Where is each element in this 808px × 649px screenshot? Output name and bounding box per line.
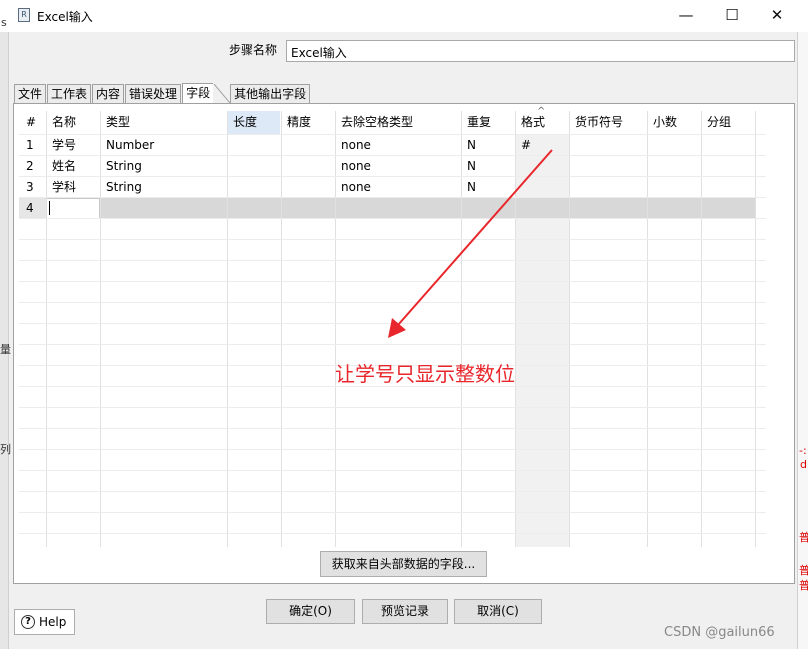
background-text: 量 xyxy=(0,343,11,356)
row-divider xyxy=(19,407,766,408)
background-text: 普 xyxy=(799,564,808,577)
tab-bar: 文件 工作表 内容 错误处理 字段 其他输出字段 xyxy=(14,83,311,104)
minimize-button[interactable]: — xyxy=(663,0,709,30)
column-header-length[interactable]: 长度 xyxy=(227,111,281,134)
help-label: Help xyxy=(39,615,67,629)
column-header-decimal[interactable]: 小数 xyxy=(647,111,701,134)
help-icon: ? xyxy=(21,615,35,629)
text-cursor xyxy=(49,201,50,215)
background-text: 普 xyxy=(799,579,808,592)
window-title: Excel输入 xyxy=(37,10,93,24)
column-header-currency[interactable]: 货币符号 xyxy=(569,111,647,134)
app-icon: R xyxy=(18,8,30,22)
step-name-label: 步骤名称 xyxy=(229,43,278,57)
column-header-name[interactable]: 名称 xyxy=(46,111,100,134)
tab-slant xyxy=(214,84,231,103)
cell-type[interactable]: Number xyxy=(100,135,227,156)
background-window-right xyxy=(797,32,808,649)
row-divider xyxy=(19,428,766,429)
close-button[interactable]: ✕ xyxy=(754,0,800,30)
column-header-type[interactable]: 类型 xyxy=(100,111,227,134)
tab-content[interactable]: 内容 xyxy=(92,84,125,103)
name-cell-editor[interactable] xyxy=(46,198,100,219)
tab-fields[interactable]: 字段 xyxy=(182,83,214,104)
row-number: 1 xyxy=(26,138,34,152)
cell-type[interactable]: String xyxy=(100,177,227,198)
cell-name[interactable]: 学科 xyxy=(46,177,100,198)
get-fields-button[interactable]: 获取来自头部数据的字段... xyxy=(320,551,487,577)
background-text: 普 xyxy=(799,531,808,544)
column-header-trim-type[interactable]: 去除空格类型 xyxy=(335,111,461,134)
tab-sheets[interactable]: 工作表 xyxy=(47,84,92,103)
cell-name[interactable]: 姓名 xyxy=(46,156,100,177)
column-header-number[interactable]: # xyxy=(20,111,46,134)
step-name-input[interactable]: Excel输入 xyxy=(286,40,795,62)
row-number: 2 xyxy=(26,159,34,173)
tab-file[interactable]: 文件 xyxy=(14,84,47,103)
background-text: -: xyxy=(799,444,807,457)
row-number: 3 xyxy=(26,180,34,194)
sort-indicator-icon: ^ xyxy=(537,106,546,117)
row-divider xyxy=(19,470,766,471)
cell-type[interactable]: String xyxy=(100,156,227,177)
annotation-arrow xyxy=(388,149,553,338)
row-divider xyxy=(19,491,766,492)
background-text: s xyxy=(1,16,7,29)
background-text: d xyxy=(800,458,807,471)
help-button[interactable]: ? Help xyxy=(14,609,75,635)
column-header-repeat[interactable]: 重复 xyxy=(461,111,515,134)
row-number: 4 xyxy=(26,201,34,215)
cancel-button[interactable]: 取消(C) xyxy=(454,599,542,624)
tab-other-output-fields[interactable]: 其他输出字段 xyxy=(230,84,311,103)
ok-button[interactable]: 确定(O) xyxy=(266,599,355,624)
annotation-text: 让学号只显示整数位 xyxy=(335,362,515,386)
row-divider xyxy=(19,449,766,450)
background-text: 列 xyxy=(0,443,11,456)
row-divider xyxy=(19,512,766,513)
cell-name[interactable]: 学号 xyxy=(46,135,100,156)
watermark: CSDN @gailun66 xyxy=(664,625,775,640)
preview-button[interactable]: 预览记录 xyxy=(362,599,448,624)
maximize-button[interactable]: ☐ xyxy=(709,0,755,30)
row-divider xyxy=(19,533,766,534)
column-header-group[interactable]: 分组 xyxy=(701,111,755,134)
tab-error-handling[interactable]: 错误处理 xyxy=(125,84,182,103)
column-header-precision[interactable]: 精度 xyxy=(281,111,335,134)
